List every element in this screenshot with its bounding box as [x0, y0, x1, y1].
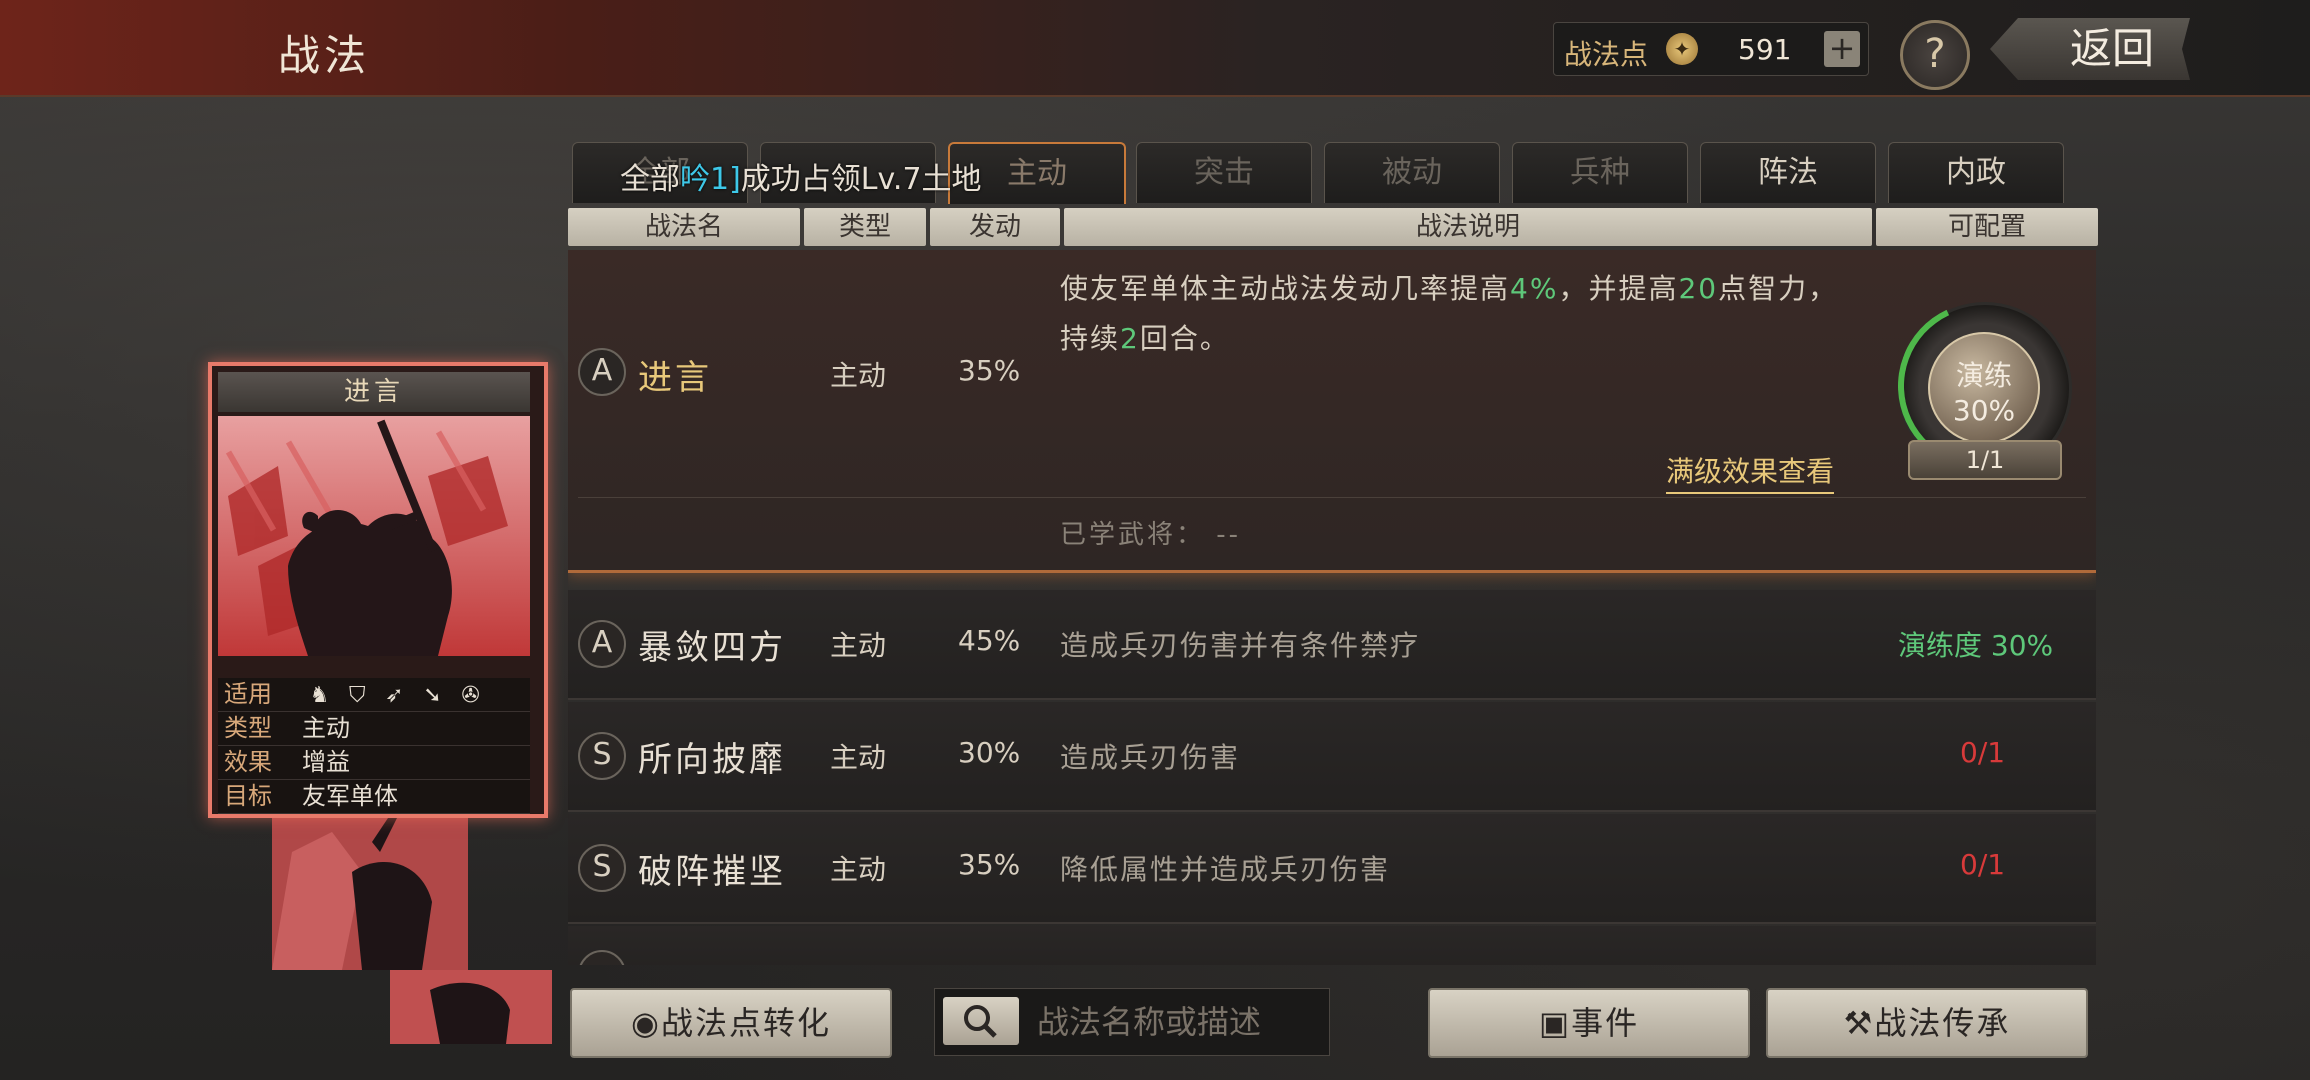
skill-type: 主动: [830, 359, 887, 392]
card-art: [218, 416, 530, 656]
grade-badge: S: [578, 732, 626, 780]
search-input[interactable]: [1035, 999, 1319, 1045]
skill-status: 0/1: [1960, 736, 2006, 769]
col-header-type[interactable]: 类型: [804, 208, 926, 246]
card-stack-art: [272, 812, 468, 970]
drill-button[interactable]: 演练 30%: [1928, 332, 2040, 444]
overlay-highlight: 吟1]: [680, 162, 741, 197]
card-type-row: 类型 主动: [218, 712, 530, 746]
learned-generals: 已学武将： --: [1060, 520, 1242, 550]
grade-badge: A: [578, 348, 626, 396]
skill-list: A 进言 主动 35% 使友军单体主动战法发动几率提高4%，并提高20点智力，持…: [568, 250, 2096, 965]
page-title: 战法: [278, 31, 371, 80]
skill-type: 主动: [830, 853, 887, 886]
skill-description: 造成兵刃伤害并有条件禁疗: [1060, 629, 1421, 662]
search-icon: [964, 1005, 997, 1038]
table-row[interactable]: S 所向披靡 主动 30% 造成兵刃伤害 0/1: [568, 702, 2096, 812]
back-button[interactable]: 返回: [1990, 18, 2190, 80]
card-target-row: 目标 友军单体: [218, 780, 530, 814]
tab-troop[interactable]: 兵种: [1512, 142, 1688, 203]
overlay-prefix: 全部: [620, 162, 680, 197]
flame-icon: ◉: [631, 1004, 661, 1042]
col-header-name[interactable]: 战法名: [568, 208, 800, 246]
search-box: [934, 988, 1330, 1056]
points-label: 战法点: [1564, 38, 1649, 71]
card-info: 适用 ♞ ⛉ ➶ ➘ ✇ 类型 主动 效果 增益 目标 友军单体: [218, 678, 530, 814]
wheel-icon: ✇: [461, 683, 480, 708]
skill-name: 所向披靡: [638, 740, 786, 780]
tactic-points-box: 战法点 ✦ 591 +: [1553, 22, 1869, 76]
table-row[interactable]: S 破阵摧坚 主动 35% 降低属性并造成兵刃伤害 0/1: [568, 814, 2096, 924]
skill-card[interactable]: 进言 适用 ♞ ⛉ ➶ ➘ ✇ 类型 主动 效果 增益 目标 友军单体: [208, 362, 548, 818]
skill-rate: 35%: [958, 848, 1021, 881]
hammer-icon: ⚒: [1843, 1004, 1875, 1042]
grade-badge: S: [578, 844, 626, 892]
card-apply-row: 适用 ♞ ⛉ ➶ ➘ ✇: [218, 678, 530, 712]
shield-icon: ⛉: [349, 683, 366, 708]
skill-description: 使友军单体主动战法发动几率提高4%，并提高20点智力，持续2回合。: [1060, 272, 1839, 355]
max-level-effect-link[interactable]: 满级效果查看: [1666, 450, 1835, 494]
table-row-partial[interactable]: [568, 926, 2096, 965]
skill-type: 主动: [830, 629, 887, 662]
tab-passive[interactable]: 被动: [1324, 142, 1500, 203]
convert-points-button[interactable]: ◉战法点转化: [570, 988, 892, 1058]
selected-skill-row[interactable]: A 进言 主动 35% 使友军单体主动战法发动几率提高4%，并提高20点智力，持…: [568, 250, 2096, 573]
skill-name: 暴敛四方: [638, 628, 786, 668]
grade-badge: [578, 950, 626, 965]
col-header-desc: 战法说明: [1064, 208, 1872, 246]
spear-icon: ➘: [423, 683, 442, 708]
flame-icon: ✦: [1666, 33, 1698, 65]
cavalry-icon: ♞: [309, 683, 330, 708]
top-bar: 战法 战法点 ✦ 591 + ? 返回: [0, 0, 2310, 97]
divider: [578, 497, 2086, 498]
overlay-message: 成功占领Lv.7土地: [740, 162, 982, 197]
card-stack-art: [390, 970, 552, 1044]
skill-name: 破阵摧坚: [638, 852, 786, 892]
drill-count: 1/1: [1908, 440, 2062, 480]
table-row[interactable]: A 暴敛四方 主动 45% 造成兵刃伤害并有条件禁疗 演练度 30%: [568, 590, 2096, 700]
card-title: 进言: [218, 372, 530, 412]
skill-rate: 35%: [958, 354, 1021, 387]
skill-status: 0/1: [1960, 848, 2006, 881]
inherit-button[interactable]: ⚒战法传承: [1766, 988, 2088, 1058]
skill-status: 演练度 30%: [1898, 629, 2054, 662]
tab-internal[interactable]: 内政: [1888, 142, 2064, 203]
col-header-status[interactable]: 可配置: [1876, 208, 2098, 246]
add-points-button[interactable]: +: [1824, 31, 1860, 67]
event-button[interactable]: ▣事件: [1428, 988, 1750, 1058]
tab-assault[interactable]: 突击: [1136, 142, 1312, 203]
notification-overlay: 全部吟1]成功占领Lv.7土地: [620, 154, 982, 198]
skill-description: 降低属性并造成兵刃伤害: [1060, 853, 1391, 886]
skill-rate: 30%: [958, 736, 1021, 769]
skill-rate: 45%: [958, 624, 1021, 657]
search-button[interactable]: [943, 997, 1019, 1045]
card-effect-row: 效果 增益: [218, 746, 530, 780]
points-value: 591: [1738, 33, 1792, 66]
alert-icon: ▣: [1538, 1004, 1572, 1042]
skill-description: 造成兵刃伤害: [1060, 741, 1241, 774]
skill-type: 主动: [830, 741, 887, 774]
col-header-rate[interactable]: 发动: [930, 208, 1060, 246]
tab-formation[interactable]: 阵法: [1700, 142, 1876, 203]
grade-badge: A: [578, 620, 626, 668]
skill-name: 进言: [638, 358, 712, 398]
bow-icon: ➶: [385, 683, 404, 708]
help-button[interactable]: ?: [1900, 20, 1970, 90]
